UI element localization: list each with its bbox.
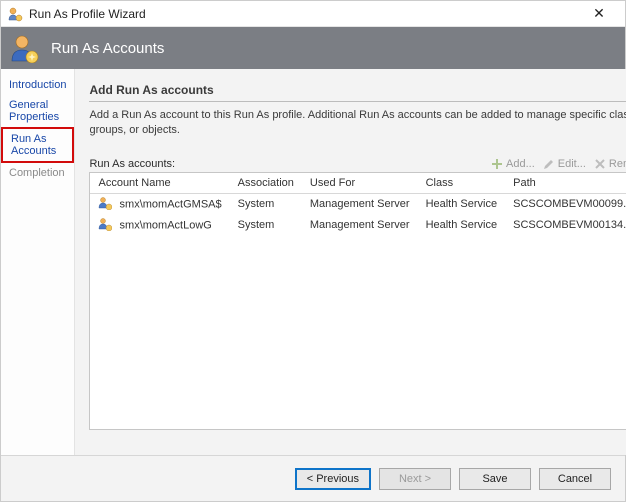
remove-label: Remove: [609, 158, 626, 170]
close-button[interactable]: ✕: [579, 1, 619, 27]
plus-icon: [491, 158, 503, 170]
edit-button[interactable]: Edit...: [543, 158, 586, 170]
sidebar-item-completion: Completion: [1, 163, 74, 183]
cell-used-for: Management Server: [302, 215, 418, 236]
accounts-label: Run As accounts:: [89, 158, 483, 170]
sidebar-item-general-properties[interactable]: General Properties: [1, 95, 74, 127]
account-icon: [98, 201, 115, 213]
cell-account-name: smx\momActGMSA$: [120, 198, 222, 210]
cell-account-name: smx\momActLowG: [120, 219, 212, 231]
previous-button[interactable]: < Previous: [295, 468, 371, 490]
sidebar-item-label: Run As Accounts: [11, 133, 56, 157]
title-bar: Run As Profile Wizard ✕: [1, 1, 625, 27]
next-button: Next >: [379, 468, 451, 490]
main-area: Introduction General Properties Run As A…: [1, 69, 625, 455]
add-button[interactable]: Add...: [491, 158, 535, 170]
col-path[interactable]: Path: [505, 173, 626, 194]
wizard-footer: < Previous Next > Save Cancel: [1, 455, 625, 501]
sidebar-item-label: Introduction: [9, 79, 66, 91]
window-title: Run As Profile Wizard: [29, 7, 579, 21]
content-panel: Add Run As accounts Add a Run As account…: [75, 69, 626, 455]
table-header-row: Account Name Association Used For Class …: [90, 173, 626, 194]
cancel-button[interactable]: Cancel: [539, 468, 611, 490]
remove-button[interactable]: Remove: [594, 158, 626, 170]
accounts-grid[interactable]: Account Name Association Used For Class …: [89, 172, 626, 430]
content-description: Add a Run As account to this Run As prof…: [89, 108, 626, 138]
cell-path: SCSCOMBEVM00134.sm: [505, 215, 626, 236]
sidebar-item-introduction[interactable]: Introduction: [1, 75, 74, 95]
header-avatar-icon: [9, 33, 39, 63]
save-button[interactable]: Save: [459, 468, 531, 490]
sidebar-item-run-as-accounts[interactable]: Run As Accounts: [1, 127, 74, 163]
cell-association: System: [230, 193, 302, 215]
content-heading: Add Run As accounts: [89, 83, 626, 102]
cell-class: Health Service: [418, 215, 506, 236]
add-label: Add...: [506, 158, 535, 170]
sidebar-item-label: Completion: [9, 167, 65, 179]
col-association[interactable]: Association: [230, 173, 302, 194]
pencil-icon: [543, 158, 555, 170]
accounts-toolbar: Run As accounts: Add... Edit... Remove: [89, 158, 626, 170]
sidebar-item-label: General Properties: [9, 99, 59, 123]
cell-association: System: [230, 215, 302, 236]
cell-used-for: Management Server: [302, 193, 418, 215]
cell-class: Health Service: [418, 193, 506, 215]
col-used-for[interactable]: Used For: [302, 173, 418, 194]
header-title: Run As Accounts: [51, 40, 164, 57]
col-class[interactable]: Class: [418, 173, 506, 194]
col-account-name[interactable]: Account Name: [90, 173, 229, 194]
edit-label: Edit...: [558, 158, 586, 170]
account-icon: [98, 222, 115, 234]
wizard-sidebar: Introduction General Properties Run As A…: [1, 69, 75, 455]
wizard-header: Run As Accounts: [1, 27, 625, 69]
table-row[interactable]: smx\momActGMSA$ System Management Server…: [90, 193, 626, 215]
cell-path: SCSCOMBEVM00099.sm: [505, 193, 626, 215]
close-icon: ✕: [593, 5, 605, 22]
table-row[interactable]: smx\momActLowG System Management Server …: [90, 215, 626, 236]
wizard-icon: [7, 6, 23, 22]
x-icon: [594, 158, 606, 170]
